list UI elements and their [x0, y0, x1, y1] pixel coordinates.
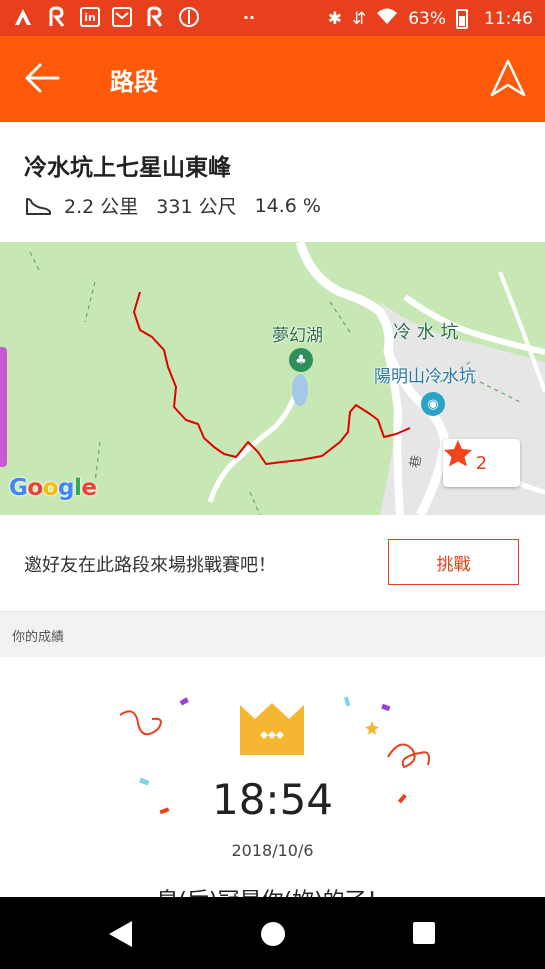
- favorite-button[interactable]: 2: [443, 439, 520, 487]
- segment-header: 冷水坑上七星山東峰 2.2 公里 331 公尺 14.6 %: [0, 122, 545, 242]
- arrow-left-icon: [25, 63, 60, 93]
- result-card: 18:54 2018/10/6 皇(后)冠是你(妳)的了！: [0, 657, 545, 897]
- challenge-prompt: 邀好友在此路段來場挑戰賽吧！: [24, 555, 276, 576]
- battery-icon: [456, 8, 468, 29]
- more-dots-icon: ··: [242, 7, 256, 27]
- route-icon: [144, 6, 166, 28]
- segment-distance: 2.2 公里: [64, 196, 139, 218]
- crown-icon: [240, 703, 304, 755]
- segment-elevation: 331 公尺: [156, 196, 237, 218]
- navigate-button[interactable]: [489, 58, 527, 98]
- compass-icon: [178, 6, 200, 28]
- linkedin-icon: in: [80, 7, 100, 27]
- challenge-button[interactable]: 挑戰: [388, 539, 519, 585]
- nav-home-button[interactable]: [259, 920, 287, 952]
- segment-stats: 2.2 公里 331 公尺 14.6 %: [24, 192, 339, 219]
- google-logo: Google: [9, 475, 97, 501]
- back-button[interactable]: [22, 60, 62, 96]
- status-bar: in ·· ✱ ⇵ 63% 11:46: [0, 0, 545, 36]
- bluetooth-icon: ✱: [327, 8, 342, 29]
- map-label-lake: 夢幻湖: [272, 326, 323, 346]
- camera-icon: ◉: [421, 392, 445, 416]
- segment-route: [133, 291, 411, 465]
- data-icon: ⇵: [351, 8, 367, 29]
- strava-icon: [12, 6, 34, 28]
- nav-back-button[interactable]: [106, 919, 134, 953]
- route-icon: [46, 6, 68, 28]
- system-nav-bar: [0, 897, 545, 969]
- navigation-arrow-icon: [490, 59, 526, 97]
- favorite-count: 2: [475, 452, 488, 474]
- app-bar: 路段: [0, 36, 545, 122]
- segment-name: 冷水坑上七星山東峰: [24, 155, 231, 181]
- results-section-label: 你的成績: [12, 630, 65, 645]
- side-drawer-handle[interactable]: [0, 347, 7, 467]
- result-date: 2018/10/6: [231, 841, 314, 860]
- result-tagline: 皇(后)冠是你(妳)的了！: [0, 883, 545, 897]
- challenge-row: 邀好友在此路段來場挑戰賽吧！ 挑戰: [0, 515, 545, 612]
- back-triangle-icon: [109, 921, 132, 947]
- map-label-area: 冷 水 坑: [393, 322, 459, 343]
- gmail-icon: [112, 7, 132, 27]
- map-label-poi: 陽明山冷水坑: [374, 367, 476, 387]
- recents-square-icon: [413, 922, 435, 944]
- nav-recents-button[interactable]: [412, 921, 436, 949]
- battery-percent: 63%: [408, 8, 446, 29]
- result-time: 18:54: [211, 775, 334, 824]
- shoe-icon: [26, 197, 51, 215]
- segment-map[interactable]: 夢幻湖 ♣ 冷 水 坑 陽明山冷水坑 ◉ 巷 Google 2: [0, 242, 545, 515]
- page-title: 路段: [110, 68, 158, 96]
- home-circle-icon: [261, 922, 285, 946]
- wifi-icon: [376, 7, 398, 30]
- tree-icon: ♣: [289, 348, 313, 372]
- clock: 11:46: [484, 8, 533, 29]
- star-icon: [444, 440, 472, 467]
- segment-grade: 14.6 %: [254, 194, 321, 217]
